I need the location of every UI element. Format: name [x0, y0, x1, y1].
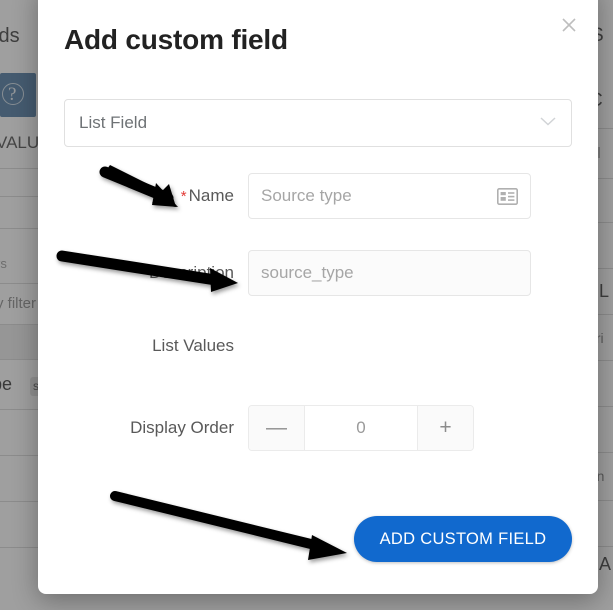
contact-card-icon[interactable] — [497, 187, 518, 205]
list-values-row: List Values — [48, 336, 248, 356]
add-custom-field-dialog: Add custom field List Field * Name Sourc… — [38, 0, 598, 594]
close-icon[interactable] — [556, 12, 582, 38]
description-field-label: Description — [148, 263, 234, 282]
description-input-placeholder: source_type — [261, 263, 354, 282]
add-custom-field-button[interactable]: ADD CUSTOM FIELD — [354, 516, 572, 562]
name-input[interactable]: Source type — [248, 173, 531, 219]
name-label-text: Name — [188, 186, 234, 205]
display-order-stepper[interactable]: — 0 + — [248, 405, 474, 451]
screenshot-root: lds ? VALU rs y filter pe s S C — [0, 0, 613, 610]
name-input-placeholder: Source type — [261, 186, 352, 205]
display-order-increment-button[interactable]: + — [417, 406, 473, 450]
display-order-decrement-button[interactable]: — — [249, 406, 305, 450]
list-values-label: List Values — [152, 336, 234, 355]
display-order-label: Display Order — [130, 418, 234, 437]
field-type-select-control[interactable]: List Field — [64, 99, 572, 147]
display-order-row: Display Order — 0 + — [48, 405, 474, 451]
dialog-title: Add custom field — [64, 24, 288, 55]
name-field-label: * Name — [48, 186, 248, 206]
chevron-down-icon — [539, 114, 557, 132]
description-field-row: Description source_type — [48, 250, 531, 296]
description-input[interactable]: source_type — [248, 250, 531, 296]
required-asterisk: * — [180, 188, 187, 205]
field-type-select[interactable]: List Field — [64, 99, 572, 147]
field-type-selected-value: List Field — [79, 113, 148, 132]
name-field-row: * Name Source type — [48, 173, 531, 219]
display-order-value[interactable]: 0 — [305, 406, 417, 450]
